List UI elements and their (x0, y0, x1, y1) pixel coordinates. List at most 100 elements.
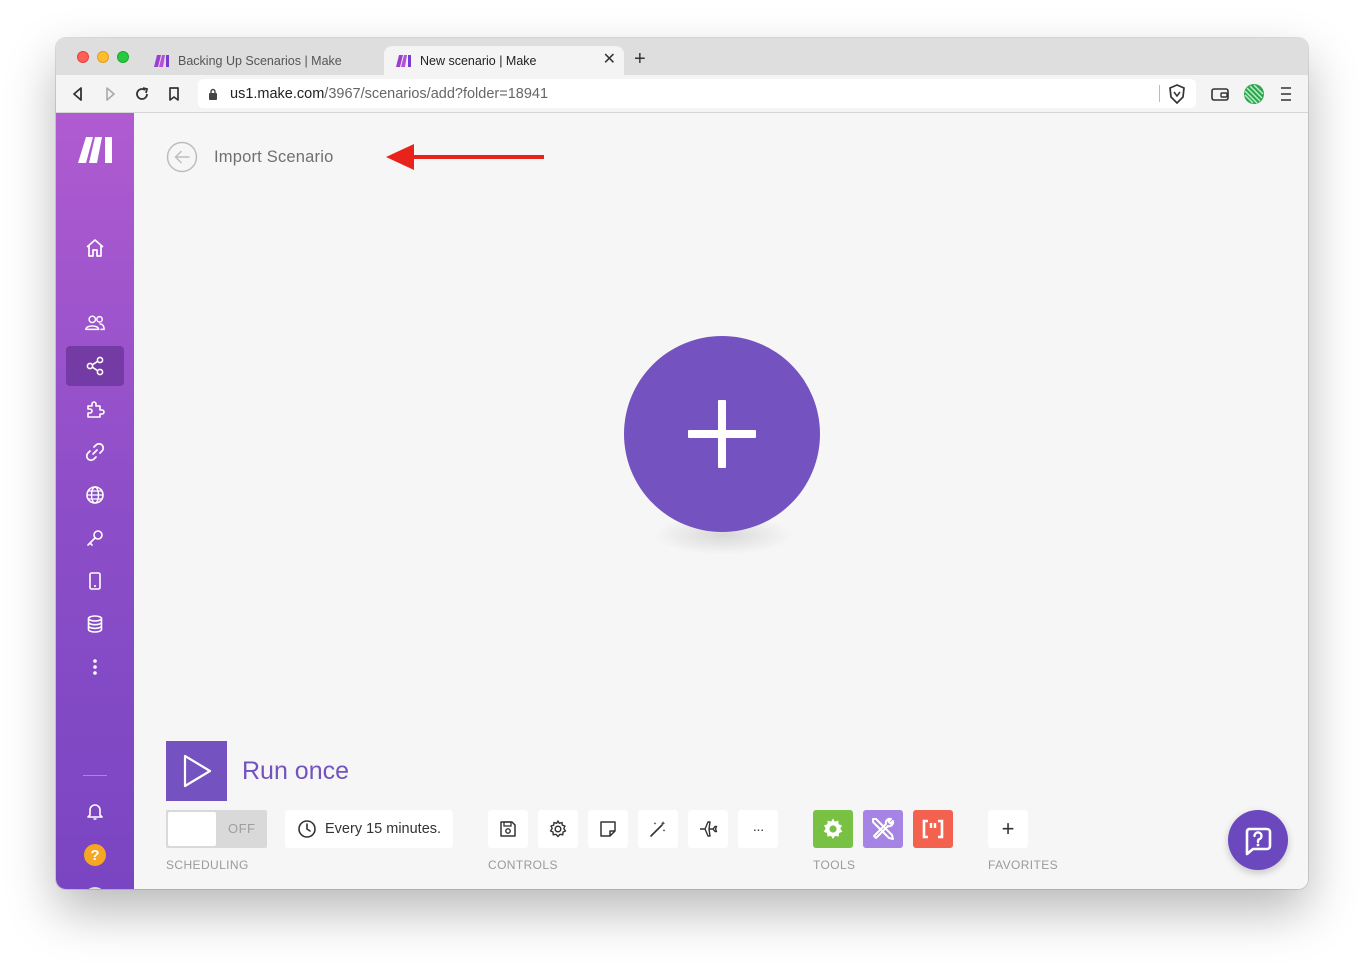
sidebar-item-connections[interactable] (66, 432, 124, 472)
run-once-button[interactable] (166, 741, 227, 801)
bell-icon (87, 804, 103, 820)
minimize-window-button[interactable] (97, 51, 109, 63)
sidebar-item-teams[interactable] (66, 303, 124, 343)
sidebar-item-scenarios[interactable] (66, 346, 124, 386)
sidebar-item-home[interactable] (66, 228, 124, 268)
run-once-label[interactable]: Run once (242, 757, 349, 786)
browser-toolbar: us1.make.com/3967/scenarios/add?folder=1… (56, 75, 1308, 113)
sidebar-divider (83, 775, 107, 776)
plus-icon: + (1001, 816, 1015, 841)
more-controls-button[interactable]: ··· (738, 810, 778, 848)
menu-icon[interactable] (1280, 86, 1292, 102)
sidebar-item-templates[interactable] (66, 389, 124, 429)
phone-icon (89, 572, 101, 590)
home-icon (86, 239, 104, 257)
address-bar[interactable]: us1.make.com/3967/scenarios/add?folder=1… (198, 79, 1196, 108)
scenario-settings-button[interactable] (538, 810, 578, 848)
controls-section-label: CONTROLS (488, 858, 558, 872)
auto-align-button[interactable] (638, 810, 678, 848)
new-tab-button[interactable]: + (634, 49, 646, 69)
forward-button[interactable] (99, 83, 121, 105)
key-icon (87, 530, 103, 546)
globe-icon (86, 486, 104, 504)
scheduling-toggle[interactable]: OFF (166, 810, 267, 848)
make-logo[interactable] (78, 137, 114, 163)
toggle-state-label: OFF (228, 821, 256, 836)
reload-button[interactable] (131, 83, 153, 105)
sidebar-item-more[interactable] (66, 647, 124, 687)
wrench-screwdriver-icon (872, 817, 895, 840)
save-icon (500, 821, 516, 837)
more-icon: ··· (752, 821, 765, 837)
database-icon (87, 615, 103, 633)
save-button[interactable] (488, 810, 528, 848)
help-glyph: ? (90, 847, 99, 864)
explain-flow-icon (700, 821, 718, 837)
maximize-window-button[interactable] (117, 51, 129, 63)
lock-icon (209, 88, 217, 100)
tools-section-label: TOOLS (813, 858, 856, 872)
chat-help-icon (1245, 827, 1272, 856)
scheduling-section-label: SCHEDULING (166, 858, 249, 872)
more-vertical-icon (93, 659, 97, 675)
schedule-interval-button[interactable]: Every 15 minutes. (285, 810, 453, 848)
url-path: /3967/scenarios/add?folder=18941 (324, 85, 549, 102)
schedule-interval-label: Every 15 minutes. (325, 821, 442, 837)
back-button[interactable] (67, 83, 89, 105)
annotation-arrow (386, 144, 544, 170)
play-icon (183, 754, 211, 788)
help-icon: ? (84, 844, 106, 866)
wallet-icon[interactable] (1211, 86, 1229, 102)
import-scenario-label: Import Scenario (214, 147, 334, 166)
bookmark-button[interactable] (163, 83, 185, 105)
tab-title: Backing Up Scenarios | Make (178, 53, 342, 68)
support-chat-button[interactable] (1228, 810, 1288, 870)
bookmark-icon (169, 87, 179, 101)
make-logo-icon (396, 54, 411, 67)
forward-icon (106, 87, 115, 101)
sidebar-item-keys[interactable] (66, 518, 124, 558)
toggle-knob (168, 812, 216, 846)
brave-shield-icon[interactable] (1168, 84, 1186, 104)
sidebar-item-help[interactable]: ? (66, 835, 124, 875)
gear-tool-icon (823, 818, 843, 839)
explain-flow-button[interactable] (688, 810, 728, 848)
users-icon (85, 315, 105, 331)
add-module-button[interactable] (624, 336, 820, 532)
add-favorite-button[interactable]: + (988, 810, 1028, 848)
settings-icon (549, 820, 567, 838)
plus-icon (688, 400, 756, 468)
tab-strip: Backing Up Scenarios | Make New scenario… (56, 38, 1308, 75)
notes-icon (600, 821, 616, 837)
browser-tab-new-scenario[interactable]: New scenario | Make ✕ (384, 46, 624, 75)
tools-button[interactable] (813, 810, 853, 848)
sidebar-item-data-stores[interactable] (66, 604, 124, 644)
address-divider (1159, 85, 1160, 102)
favorites-section-label: FAVORITES (988, 858, 1059, 872)
close-window-button[interactable] (77, 51, 89, 63)
notes-button[interactable] (588, 810, 628, 848)
share-icon (86, 356, 104, 376)
sidebar-item-devices[interactable] (66, 561, 124, 601)
text-parser-button[interactable] (913, 810, 953, 848)
flow-control-button[interactable] (863, 810, 903, 848)
avatar-icon (88, 887, 102, 889)
link-icon (85, 442, 105, 462)
extension-icon[interactable] (1243, 83, 1265, 105)
sidebar-item-notifications[interactable] (66, 791, 124, 831)
auto-align-icon (650, 821, 666, 837)
back-arrow-circle-icon[interactable] (166, 141, 198, 173)
address-url: us1.make.com/3967/scenarios/add?folder=1… (230, 86, 548, 102)
sidebar-item-profile[interactable] (66, 878, 124, 889)
reload-icon (136, 87, 149, 100)
text-parser-icon (922, 819, 944, 839)
url-host: us1.make.com (230, 85, 325, 102)
scenario-canvas[interactable]: Import Scenario Run once OFF Every 15 mi… (134, 113, 1308, 889)
back-icon (73, 87, 82, 101)
sidebar-item-webhooks[interactable] (66, 475, 124, 515)
close-tab-icon[interactable]: ✕ (603, 52, 616, 68)
import-scenario-link[interactable]: Import Scenario (166, 141, 333, 173)
browser-tab-backing-up[interactable]: Backing Up Scenarios | Make (142, 46, 382, 75)
make-logo-icon (154, 54, 169, 67)
sidebar: ? (56, 113, 134, 889)
